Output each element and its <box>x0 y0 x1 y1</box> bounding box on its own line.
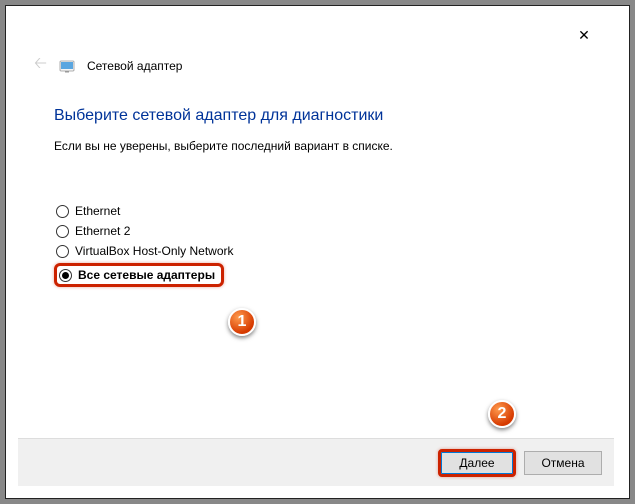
radio-icon <box>56 205 69 218</box>
radio-label: Ethernet 2 <box>75 224 130 238</box>
radio-label: Все сетевые адаптеры <box>78 268 215 282</box>
radio-all-adapters[interactable]: Все сетевые адаптеры <box>54 263 224 287</box>
footer-bar: Далее Отмена <box>18 438 614 486</box>
back-arrow-icon: 🡠 <box>34 52 47 79</box>
adapter-radio-group: Ethernet Ethernet 2 VirtualBox Host-Only… <box>54 203 578 287</box>
radio-icon <box>59 269 72 282</box>
radio-ethernet[interactable]: Ethernet <box>54 203 578 219</box>
close-icon[interactable]: ✕ <box>564 27 604 44</box>
page-heading: Выберите сетевой адаптер для диагностики <box>54 107 578 125</box>
radio-label: Ethernet <box>75 204 120 218</box>
annotation-badge-2: 2 <box>488 400 516 428</box>
network-adapter-icon <box>59 58 75 74</box>
radio-virtualbox[interactable]: VirtualBox Host-Only Network <box>54 243 578 259</box>
radio-icon <box>56 245 69 258</box>
troubleshooter-window: ✕ 🡠 Сетевой адаптер Выберите сетевой ада… <box>18 18 614 486</box>
annotation-badge-1: 1 <box>228 308 256 336</box>
screenshot-frame: ✕ 🡠 Сетевой адаптер Выберите сетевой ада… <box>5 5 630 499</box>
radio-icon <box>56 225 69 238</box>
content-area: Выберите сетевой адаптер для диагностики… <box>18 87 614 438</box>
radio-label: VirtualBox Host-Only Network <box>75 244 234 258</box>
window-title: Сетевой адаптер <box>87 59 182 73</box>
page-subtext: Если вы не уверены, выберите последний в… <box>54 139 578 153</box>
radio-ethernet-2[interactable]: Ethernet 2 <box>54 223 578 239</box>
next-button[interactable]: Далее <box>438 449 516 477</box>
titlebar: ✕ <box>18 18 614 52</box>
header-row: 🡠 Сетевой адаптер <box>18 52 614 87</box>
cancel-button[interactable]: Отмена <box>524 451 602 475</box>
